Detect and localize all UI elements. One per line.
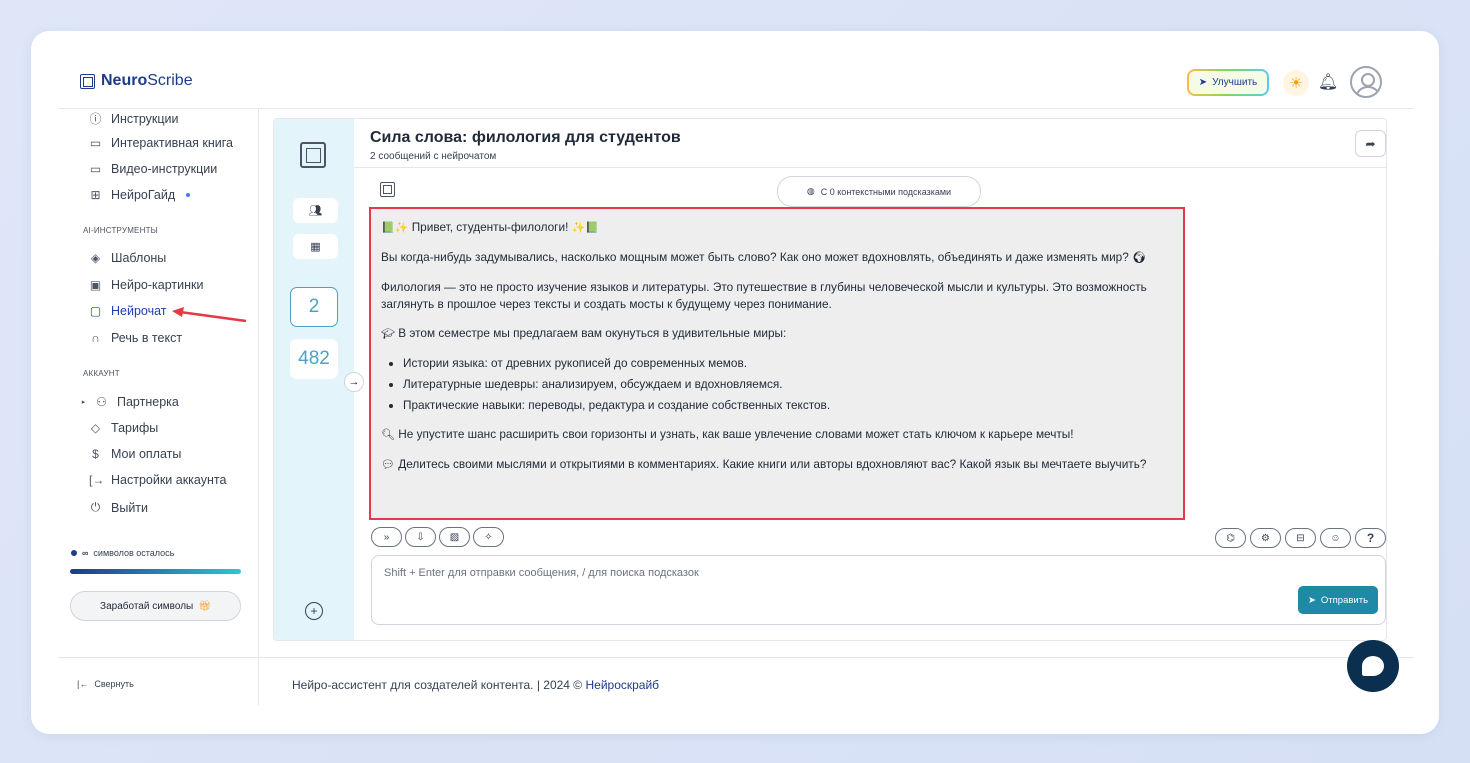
avatar[interactable] <box>1350 66 1382 98</box>
chevrons-down-icon[interactable]: » <box>371 527 402 547</box>
chat-header: Сила слова: филология для студентов 2 со… <box>354 119 1386 168</box>
speech-bubble-emoji-icon: 💬︎ <box>381 459 395 471</box>
share-icon[interactable]: ➦ <box>1355 130 1386 157</box>
send-button[interactable]: ➤ Отправить <box>1298 586 1378 614</box>
brain-icon: ◍ <box>806 186 815 196</box>
magic-wand-icon[interactable]: ✧ <box>473 527 504 547</box>
add-chat-icon[interactable]: + <box>305 602 323 620</box>
top-header: NeuroScribe ➤ Улучшить ☀ 🔔︎ <box>58 59 1414 109</box>
login-icon: [→ <box>89 473 105 487</box>
image-icon: ▣ <box>89 278 102 292</box>
assistant-avatar-icon <box>380 182 395 197</box>
message-bullet-list: Истории языка: от древних рукописей до с… <box>403 355 1173 414</box>
sidebar-item-partners[interactable]: ▸ ⚇ Партнерка <box>81 395 179 409</box>
logo[interactable]: NeuroScribe <box>80 72 193 90</box>
image-upload-icon[interactable]: ▨ <box>439 527 470 547</box>
power-icon: ⏻ <box>90 500 101 514</box>
tag-icon: ◇ <box>90 421 101 435</box>
sidebar-item-logout[interactable]: ⏻ Выйти <box>89 500 148 515</box>
sidebar-item-speech-to-text[interactable]: ∩ Речь в текст <box>89 331 182 345</box>
symbols-remaining: ∞ символов осталось <box>71 548 174 558</box>
puzzle-icon[interactable]: ⌬ <box>1215 528 1246 548</box>
new-badge <box>186 193 191 197</box>
footer-link[interactable]: Нейроскрайб <box>585 678 659 692</box>
assistant-message: 📗✨ Привет, студенты-филологи! ✨📗 Вы когд… <box>369 207 1185 520</box>
collapse-row: |← Свернуть <box>58 657 259 705</box>
sidebar: ⓘ Инструкции ▭ Интерактивная книга ▭ Вид… <box>58 109 259 705</box>
help-icon[interactable]: ? <box>1355 528 1386 548</box>
dollar-icon: $ <box>92 447 99 461</box>
users-icon: 👥︎ <box>308 205 323 217</box>
chat-frame: 👥︎ ▦ 2 482 + → Сила слова: филология для… <box>273 118 1387 641</box>
footer-text: Нейро-ассистент для создателей контента.… <box>292 678 660 692</box>
graduation-cap-emoji-icon: 🎓︎ <box>381 328 395 340</box>
expand-arrow-icon[interactable]: → <box>344 372 364 392</box>
bell-icon[interactable]: 🔔︎ <box>1316 69 1340 95</box>
list-item: Литературные шедевры: анализируем, обсуж… <box>403 376 1173 393</box>
earn-symbols-button[interactable]: Заработай символы 🎁︎ <box>70 591 241 621</box>
robot-icon[interactable]: ☺ <box>1320 528 1351 548</box>
guide-icon: ⊞ <box>90 188 101 202</box>
settings-icon[interactable]: ⚙ <box>1250 528 1281 548</box>
sidebar-item-payments[interactable]: $ Мои оплаты <box>89 447 181 461</box>
grid-view-button[interactable]: ▦ <box>293 234 338 259</box>
support-chat-icon[interactable] <box>1347 640 1399 692</box>
symbols-progress-bar <box>70 569 241 574</box>
book-emoji-icon: 📗✨ <box>381 222 409 234</box>
magnifier-emoji-icon: 🔍︎ <box>381 429 395 441</box>
grid-icon: ▦ <box>310 241 321 253</box>
book-icon: ▭ <box>89 136 102 150</box>
sidebar-item-account-settings[interactable]: [→ Настройки аккаунта <box>89 473 226 487</box>
sidebar-item-neuroguide[interactable]: ⊞ НейроГайд <box>89 188 191 202</box>
token-count-badge: 482 <box>290 339 338 379</box>
toolbar-right: ⌬ ⚙ ⊟ ☺ ? <box>1215 528 1386 548</box>
theme-toggle-sun-icon[interactable]: ☀ <box>1283 70 1309 96</box>
input-placeholder: Shift + Enter для отправки сообщения, / … <box>384 567 699 579</box>
app-window: NeuroScribe ➤ Улучшить ☀ 🔔︎ ⓘ Инструкции… <box>31 31 1439 734</box>
layout-icon[interactable]: ⊟ <box>1285 528 1316 548</box>
status-dot <box>71 550 77 556</box>
footer: Нейро-ассистент для создателей контента.… <box>259 657 1414 705</box>
upgrade-button[interactable]: ➤ Улучшить <box>1187 69 1269 96</box>
layers-icon: ◈ <box>90 251 101 265</box>
sidebar-item-templates[interactable]: ◈ Шаблоны <box>89 251 166 265</box>
sidebar-item-tariffs[interactable]: ◇ Тарифы <box>89 421 158 435</box>
sidebar-item-instructions[interactable]: ⓘ Инструкции <box>89 110 178 127</box>
help-circle-icon: ⓘ <box>89 112 102 126</box>
users-icon: ⚇ <box>96 395 107 409</box>
sidebar-item-video[interactable]: ▭ Видео-инструкции <box>89 162 217 176</box>
chevron-right-icon: ▸ <box>81 399 86 406</box>
message-input[interactable]: Shift + Enter для отправки сообщения, / … <box>371 555 1386 625</box>
chat-icon: ▢ <box>89 304 102 318</box>
download-icon[interactable]: ⇩ <box>405 527 436 547</box>
section-account: АККАУНТ <box>83 369 120 378</box>
context-hints-pill[interactable]: ◍ С 0 контекстными подсказками <box>777 176 981 207</box>
message-count-badge[interactable]: 2 <box>290 287 338 327</box>
video-icon: ▭ <box>89 162 102 176</box>
toolbar-left: » ⇩ ▨ ✧ <box>371 527 504 547</box>
collapse-sidebar-button[interactable]: |← Свернуть <box>77 679 134 689</box>
headphones-icon: ∩ <box>91 331 100 345</box>
globe-emoji-icon: 🌍︎ <box>1132 252 1147 264</box>
list-item: Практические навыки: переводы, редактура… <box>403 397 1173 414</box>
chat-title: Сила слова: филология для студентов <box>370 129 681 146</box>
collapse-left-icon: |← <box>77 679 89 689</box>
main-content: 👥︎ ▦ 2 482 + → Сила слова: филология для… <box>259 109 1414 657</box>
send-icon: ➤ <box>1307 594 1316 606</box>
annotation-arrow <box>172 307 247 323</box>
sidebar-item-neuro-images[interactable]: ▣ Нейро-картинки <box>89 278 204 292</box>
rocket-icon: ➤ <box>1198 77 1208 88</box>
chat-subtitle: 2 сообщений с нейрочатом <box>370 151 497 162</box>
gift-icon: 🎁︎ <box>198 600 211 612</box>
sparkle-emoji-icon: ✨📗 <box>571 222 600 234</box>
list-item: Истории языка: от древних рукописей до с… <box>403 355 1173 372</box>
users-toggle-button[interactable]: 👥︎ <box>293 198 338 223</box>
section-ai-tools: AI-ИНСТРУМЕНТЫ <box>83 226 158 235</box>
logo-icon <box>80 73 95 89</box>
sidebar-item-neurochat[interactable]: ▢ Нейрочат <box>89 304 167 318</box>
sidebar-item-interactive-book[interactable]: ▭ Интерактивная книга <box>89 136 233 150</box>
chat-side-panel: 👥︎ ▦ 2 482 + <box>274 119 354 640</box>
neuroscribe-logo-icon <box>300 142 326 168</box>
